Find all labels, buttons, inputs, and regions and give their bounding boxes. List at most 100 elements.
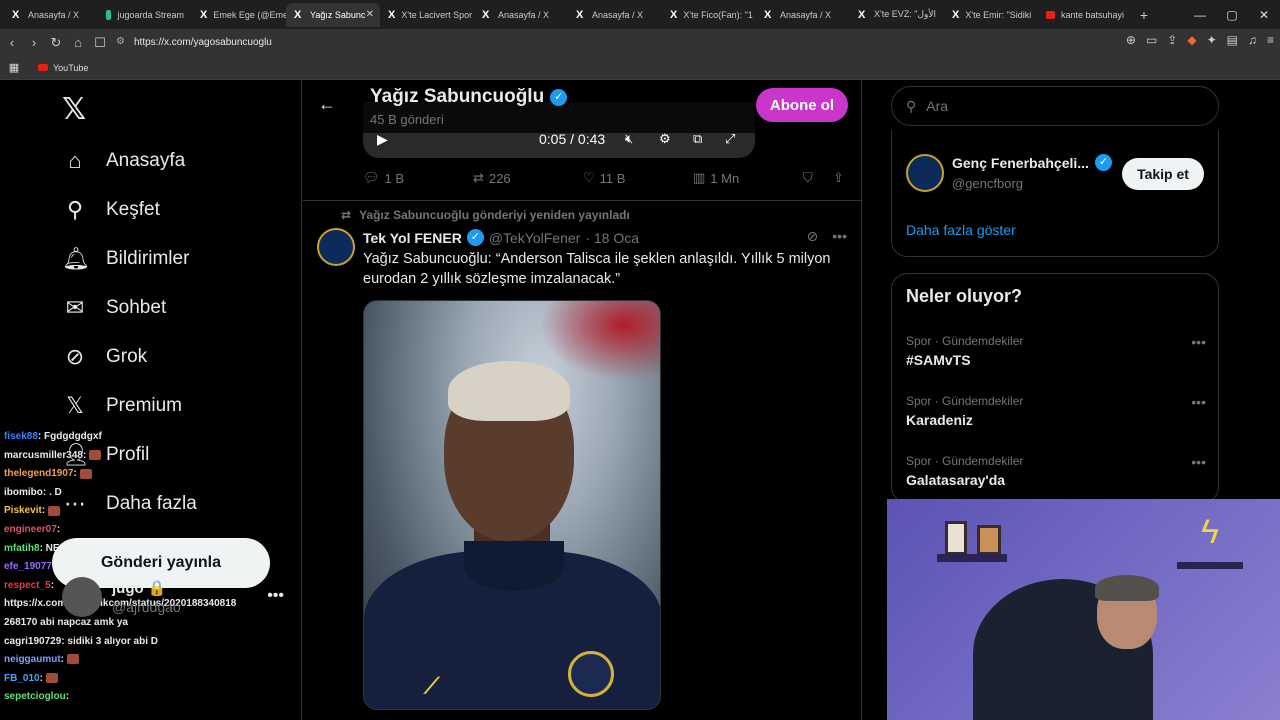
who-to-follow-card: Genç Fenerbahçeli... ✓ @gencfborg Takip e… bbox=[891, 130, 1219, 257]
more-icon[interactable]: ••• bbox=[1191, 334, 1206, 350]
apps-icon[interactable]: ▦ bbox=[0, 61, 28, 74]
x-favicon-icon: X bbox=[12, 8, 20, 21]
reply-button[interactable]: 💬︎ 1 B bbox=[363, 170, 404, 186]
site-info-icon[interactable]: ⚙ bbox=[116, 36, 125, 47]
brave-shield-icon[interactable]: ◆ bbox=[1187, 33, 1196, 47]
browser-tab[interactable]: X X'te Emir: "Sidiki bbox=[944, 3, 1038, 27]
share-icon[interactable]: ⇪ bbox=[1167, 33, 1177, 47]
search-icon: ⚲ bbox=[906, 97, 917, 114]
trend-item[interactable]: Spor · Gündemdekiler #SAMvTS ••• bbox=[906, 334, 1206, 368]
cast-icon[interactable]: ▭ bbox=[1146, 33, 1157, 47]
menu-icon[interactable]: ≡ bbox=[1267, 33, 1274, 47]
extensions-icon[interactable]: ✦ bbox=[1207, 33, 1217, 47]
chat-username[interactable]: marcusmiller348 bbox=[4, 450, 83, 461]
bookmark-icon[interactable]: ☐ bbox=[90, 35, 110, 51]
sidebar-icon[interactable]: ▤ bbox=[1227, 33, 1238, 47]
follow-button[interactable]: Takip et bbox=[1122, 158, 1204, 190]
profile-handle: @ajrudgao bbox=[112, 599, 181, 615]
bell-icon: 🔔︎ bbox=[62, 246, 90, 271]
avatar[interactable] bbox=[317, 228, 355, 266]
grok-icon[interactable]: ⊘ bbox=[807, 228, 819, 245]
close-icon[interactable]: ✕ bbox=[1248, 8, 1280, 22]
chat-username[interactable]: Piskevit bbox=[4, 505, 42, 516]
x-favicon-icon: X bbox=[764, 8, 772, 21]
browser-tab[interactable]: X X'te EVZ: "الأول bbox=[850, 3, 944, 27]
browser-tab[interactable]: X Anasayfa / X bbox=[4, 3, 98, 27]
mute-icon[interactable]: 🔇︎ bbox=[625, 131, 633, 147]
browser-tab[interactable]: X Anasayfa / X bbox=[568, 3, 662, 27]
chat-username[interactable]: engineer07 bbox=[4, 524, 57, 535]
suggest-name[interactable]: Genç Fenerbahçeli... ✓ bbox=[952, 154, 1112, 171]
trends-card: Neler oluyor? Spor · Gündemdekiler #SAMv… bbox=[891, 273, 1219, 503]
browser-tab[interactable]: X X'te Lacivert Spor bbox=[380, 3, 474, 27]
play-icon[interactable]: ▶ bbox=[377, 131, 388, 148]
trend-item[interactable]: Spor · Gündemdekiler Galatasaray'da ••• bbox=[906, 454, 1206, 488]
nav-notifications[interactable]: 🔔︎ Bildirimler bbox=[62, 246, 189, 272]
repost-button[interactable]: ⇄ 226 bbox=[473, 170, 511, 186]
bookmark-tweet-icon[interactable]: ⛉ bbox=[803, 170, 813, 186]
photo-collar bbox=[464, 541, 564, 591]
more-icon[interactable]: ••• bbox=[1191, 394, 1206, 410]
tab-close-icon[interactable]: ✕ bbox=[366, 9, 374, 20]
x-logo-icon[interactable]: 𝕏 bbox=[62, 92, 86, 127]
account-switcher[interactable]: jugo 🔒 @ajrudgao ••• bbox=[62, 575, 292, 625]
tweet-author[interactable]: Tek Yol FENER ✓ @TekYolFener · 18 Oca bbox=[363, 229, 639, 246]
chat-username[interactable]: ibomibo bbox=[4, 487, 43, 498]
nav-explore[interactable]: ⚲ Keşfet bbox=[62, 197, 160, 223]
x-favicon-icon: X bbox=[388, 8, 396, 21]
home-icon[interactable]: ⌂ bbox=[68, 35, 88, 50]
profile-header: ← Yağız Sabuncuoğlu ✓ 45 B gönderi Abone … bbox=[303, 80, 861, 133]
fullscreen-icon[interactable]: ⤢ bbox=[725, 131, 735, 147]
trend-item[interactable]: Spor · Gündemdekiler Karadeniz ••• bbox=[906, 394, 1206, 428]
tweet-photo[interactable]: ⟋ bbox=[363, 300, 661, 710]
chat-username[interactable]: fisek88 bbox=[4, 431, 38, 442]
nav-premium[interactable]: 𝕏 Premium bbox=[62, 393, 182, 419]
subscribe-button[interactable]: Abone ol bbox=[756, 88, 848, 122]
address-bar[interactable]: ⚙ https://x.com/yagosabuncuoglu bbox=[112, 31, 1182, 53]
chat-text: : bbox=[39, 672, 43, 684]
more-icon[interactable]: ••• bbox=[832, 228, 847, 245]
nav-grok[interactable]: ⊘ Grok bbox=[62, 344, 147, 370]
chat-text: : sidiki 3 alıyor abi D bbox=[61, 635, 158, 647]
chat-username[interactable]: neiggaumut bbox=[4, 654, 61, 665]
chat-username[interactable]: sepetcioglou bbox=[4, 691, 66, 702]
media-icon[interactable]: ♫ bbox=[1248, 33, 1257, 47]
wall-frame bbox=[945, 521, 967, 555]
browser-tab[interactable]: kante batsuhayi bbox=[1038, 3, 1132, 27]
browser-tab[interactable]: X Yağız Sabunc ✕ bbox=[286, 2, 380, 27]
back-arrow-icon[interactable]: ← bbox=[318, 94, 336, 115]
browser-tab[interactable]: X Anasayfa / X bbox=[756, 3, 850, 27]
chat-username[interactable]: thelegend1907 bbox=[4, 468, 73, 479]
browser-tab[interactable]: jugoarda Stream bbox=[98, 3, 192, 27]
chat-username[interactable]: cagri190729 bbox=[4, 636, 61, 647]
show-more-link[interactable]: Daha fazla göster bbox=[906, 222, 1016, 238]
search-input[interactable]: ⚲ Ara bbox=[891, 86, 1219, 126]
pip-icon[interactable]: ⧉ bbox=[693, 131, 702, 147]
like-button[interactable]: ♡ 11 B bbox=[583, 170, 625, 186]
nav-chat[interactable]: ✉ Sohbet bbox=[62, 295, 166, 321]
settings-icon[interactable]: ⚙ bbox=[659, 131, 671, 147]
chat-text: : bbox=[65, 691, 70, 703]
chat-username[interactable]: FB_010 bbox=[4, 673, 40, 684]
chat-username[interactable]: mfatih8 bbox=[4, 543, 40, 554]
forward-icon[interactable]: › bbox=[24, 35, 44, 50]
browser-tab[interactable]: X X'te Fico(Fan): "1 bbox=[662, 3, 756, 27]
new-tab-icon[interactable]: + bbox=[1132, 7, 1156, 23]
more-icon[interactable]: ••• bbox=[267, 587, 284, 605]
nav-home[interactable]: ⌂ Anasayfa bbox=[62, 148, 185, 174]
avatar[interactable] bbox=[906, 154, 944, 192]
maximize-icon[interactable]: ▢ bbox=[1216, 8, 1248, 22]
emote-icon bbox=[67, 654, 80, 665]
wall-frame bbox=[977, 525, 1001, 555]
bookmark-youtube[interactable]: YouTube bbox=[38, 63, 88, 73]
back-icon[interactable]: ‹ bbox=[2, 35, 22, 50]
reload-icon[interactable]: ↻ bbox=[46, 35, 66, 51]
browser-tab[interactable]: X Anasayfa / X bbox=[474, 3, 568, 27]
browser-tab[interactable]: X Emek Ege (@Eme bbox=[192, 3, 286, 27]
views-button[interactable]: ▥ 1 Mn bbox=[693, 170, 739, 186]
share-tweet-icon[interactable]: ⇧ bbox=[833, 170, 844, 186]
minimize-icon[interactable]: — bbox=[1184, 8, 1216, 22]
chat-username[interactable]: respect_5 bbox=[4, 580, 51, 591]
more-icon[interactable]: ••• bbox=[1191, 454, 1206, 470]
zoom-icon[interactable]: ⊕ bbox=[1126, 33, 1136, 47]
